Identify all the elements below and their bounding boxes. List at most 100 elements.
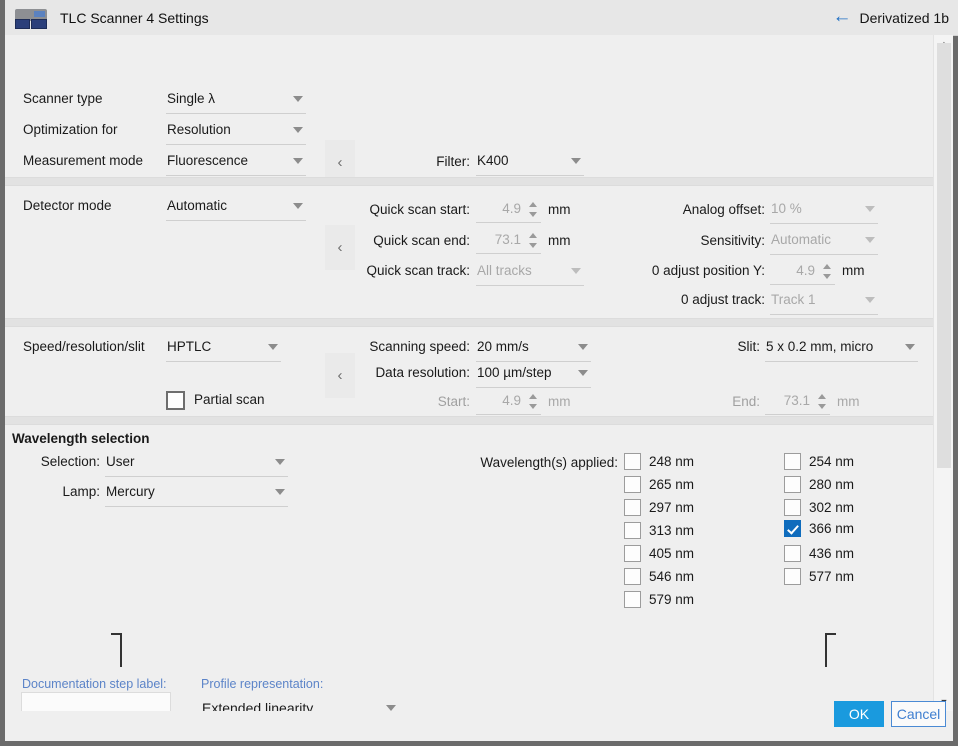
chevron-left-icon: ‹ [338, 367, 343, 384]
zero-adjust-position-value: 4.9 [796, 263, 815, 278]
wavelength-checkbox-280[interactable] [784, 476, 801, 493]
scanning-speed-dropdown[interactable]: 20 mm/s [476, 336, 591, 362]
ok-button[interactable]: OK [834, 701, 884, 727]
sensitivity-label: Sensitivity: [610, 233, 765, 248]
chevron-down-icon [571, 268, 581, 274]
chevron-down-icon [905, 344, 915, 350]
slit-value: 5 x 0.2 mm, micro [766, 339, 873, 354]
wavelength-checkbox-577[interactable] [784, 568, 801, 585]
scan-end-unit: mm [837, 394, 860, 409]
lamp-label: Lamp: [15, 484, 100, 499]
section-divider-2 [5, 318, 943, 327]
scan-start-value: 4.9 [502, 393, 521, 408]
analog-offset-label: Analog offset: [610, 202, 765, 217]
speed-resolution-slit-dropdown[interactable]: HPTLC [166, 336, 281, 362]
wavelength-label-546: 546 nm [649, 569, 694, 584]
back-navigation[interactable]: ← Derivatized 1b [833, 0, 950, 35]
chevron-left-icon: ‹ [338, 154, 343, 171]
chevron-down-icon [578, 344, 588, 350]
scan-start-field[interactable]: 4.9 [476, 390, 541, 415]
chevron-down-icon [293, 203, 303, 209]
data-resolution-value: 100 µm/step [477, 365, 552, 380]
slit-dropdown[interactable]: 5 x 0.2 mm, micro [765, 336, 918, 362]
scan-start-unit: mm [548, 394, 571, 409]
wavelength-checkbox-579[interactable] [624, 591, 641, 608]
bracket-mark-left [111, 633, 122, 667]
analog-offset-dropdown[interactable]: 10 % [770, 198, 878, 224]
wavelength-label-248: 248 nm [649, 454, 694, 469]
partial-scan-label: Partial scan [194, 392, 265, 407]
stepper-arrows-icon[interactable] [817, 393, 828, 411]
section-divider-1 [5, 177, 943, 186]
zero-adjust-position-field[interactable]: 4.9 [770, 260, 835, 285]
wavelength-checkbox-248[interactable] [624, 453, 641, 470]
scan-end-field[interactable]: 73.1 [765, 390, 830, 415]
wavelength-label-265: 265 nm [649, 477, 694, 492]
stepper-arrows-icon[interactable] [528, 201, 539, 219]
analog-offset-value: 10 % [771, 201, 802, 216]
back-label[interactable]: Derivatized 1b [860, 10, 950, 26]
chevron-down-icon [571, 158, 581, 164]
scanner-type-dropdown[interactable]: Single λ [166, 88, 306, 114]
sensitivity-dropdown[interactable]: Automatic [770, 229, 878, 255]
vertical-scrollbar[interactable]: ▲ ▼ [933, 35, 953, 711]
stepper-arrows-icon[interactable] [528, 232, 539, 250]
zero-adjust-position-label: 0 adjust position Y: [610, 263, 765, 278]
speed-resolution-slit-label: Speed/resolution/slit [23, 339, 145, 354]
wavelength-checkbox-546[interactable] [624, 568, 641, 585]
quick-scan-track-dropdown[interactable]: All tracks [476, 260, 584, 286]
wavelength-label-280: 280 nm [809, 477, 854, 492]
zero-adjust-track-label: 0 adjust track: [610, 292, 765, 307]
cancel-button[interactable]: Cancel [891, 701, 946, 727]
scanning-speed-label: Scanning speed: [345, 339, 470, 354]
sensitivity-value: Automatic [771, 232, 831, 247]
window-title: TLC Scanner 4 Settings [60, 10, 209, 26]
chevron-down-icon [865, 237, 875, 243]
wavelength-checkbox-297[interactable] [624, 499, 641, 516]
wavelength-checkbox-436[interactable] [784, 545, 801, 562]
wavelength-checkbox-302[interactable] [784, 499, 801, 516]
lamp-dropdown[interactable]: Mercury [105, 481, 288, 507]
wavelength-label-436: 436 nm [809, 546, 854, 561]
measurement-mode-dropdown[interactable]: Fluorescence [166, 150, 306, 176]
detector-mode-value: Automatic [167, 198, 227, 213]
partial-scan-checkbox[interactable] [166, 391, 185, 410]
title-bar: TLC Scanner 4 Settings ← Derivatized 1b [5, 0, 958, 36]
section-divider-3 [5, 416, 943, 425]
quick-scan-start-field[interactable]: 4.9 [476, 198, 541, 223]
wavelength-label-366: 366 nm [809, 521, 854, 536]
chevron-down-icon [293, 158, 303, 164]
wavelength-checkbox-313[interactable] [624, 522, 641, 539]
optimization-for-dropdown[interactable]: Resolution [166, 119, 306, 145]
left-arrow-icon[interactable]: ← [833, 7, 852, 26]
slit-label: Slit: [665, 339, 760, 354]
scanner-type-label: Scanner type [23, 91, 103, 106]
wavelength-checkbox-254[interactable] [784, 453, 801, 470]
filter-dropdown[interactable]: K400 [476, 150, 584, 176]
zero-adjust-track-dropdown[interactable]: Track 1 [770, 289, 878, 315]
selection-dropdown[interactable]: User [105, 451, 288, 477]
profile-representation-dropdown[interactable]: Extended linearity [201, 697, 399, 711]
speed-resolution-slit-value: HPTLC [167, 339, 211, 354]
stepper-arrows-icon[interactable] [528, 393, 539, 411]
quick-scan-end-field[interactable]: 73.1 [476, 229, 541, 254]
quick-scan-end-value: 73.1 [495, 232, 521, 247]
quick-scan-end-unit: mm [548, 233, 571, 248]
zero-adjust-track-value: Track 1 [771, 292, 816, 307]
wavelength-label-302: 302 nm [809, 500, 854, 515]
wavelength-checkbox-405[interactable] [624, 545, 641, 562]
chevron-down-icon [268, 344, 278, 350]
filter-value: K400 [477, 153, 509, 168]
data-resolution-dropdown[interactable]: 100 µm/step [476, 362, 591, 388]
documentation-step-input[interactable] [21, 692, 171, 711]
wavelength-checkbox-265[interactable] [624, 476, 641, 493]
scanning-speed-value: 20 mm/s [477, 339, 529, 354]
scrollbar-thumb[interactable] [937, 43, 951, 468]
wavelength-checkbox-366[interactable] [784, 520, 801, 537]
data-resolution-label: Data resolution: [345, 365, 470, 380]
detector-mode-dropdown[interactable]: Automatic [166, 195, 306, 221]
chevron-down-icon [578, 370, 588, 376]
stepper-arrows-icon[interactable] [822, 263, 833, 281]
chevron-down-icon [386, 705, 396, 711]
measurement-mode-value: Fluorescence [167, 153, 248, 168]
